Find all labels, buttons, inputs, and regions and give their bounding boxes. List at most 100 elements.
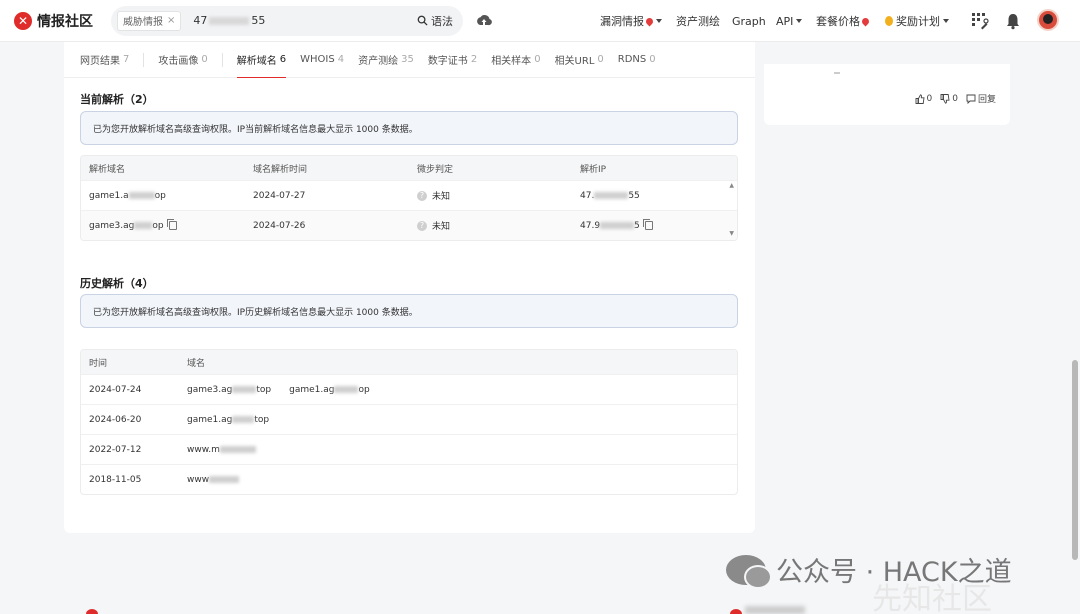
divider <box>834 72 840 74</box>
search-value-suffix: 55 <box>251 14 266 27</box>
current-resolution-table: 解析域名 域名解析时间 微步判定 解析IP game1.a op 2024-07-… <box>80 155 738 241</box>
nav-asset[interactable]: 资产测绘 <box>676 0 720 42</box>
nav-graph[interactable]: Graph <box>732 0 766 42</box>
tab-asset-mapping[interactable]: 资产测绘 35 <box>358 42 414 78</box>
thumbs-up-icon <box>915 93 925 104</box>
tab-web-results[interactable]: 网页结果 7 <box>80 42 129 78</box>
tab-urls[interactable]: 相关URL 0 <box>555 42 604 78</box>
wechat-icon <box>726 554 772 589</box>
tab-rdns[interactable]: RDNS 0 <box>618 42 656 78</box>
verdict-cell: ? 未知 <box>409 219 572 232</box>
domain-cell[interactable]: game3.ag op <box>81 219 245 231</box>
table-header: 时间 域名 <box>81 350 737 374</box>
current-resolution-title: 当前解析（2） <box>80 93 154 106</box>
chevron-down-icon <box>943 19 949 23</box>
watermark: 公众号 · HACK之道 <box>726 550 1012 589</box>
logo-text: 情报社区 <box>37 13 93 30</box>
comment-actions: 0 0 回复 <box>907 92 996 105</box>
footer-stub-icon <box>86 609 98 614</box>
chevron-down-icon <box>656 19 662 23</box>
verdict-cell: ? 未知 <box>409 189 572 202</box>
domain-cell[interactable]: game1.ag top <box>179 415 579 425</box>
date-cell: 2022-07-12 <box>89 444 142 455</box>
date-cell: 2024-07-24 <box>89 384 142 395</box>
date-cell: 2024-07-27 <box>253 190 306 201</box>
column-header: 域名解析时间 <box>253 164 308 175</box>
table-row: game1.a op 2024-07-27 ? 未知 47. 55 <box>81 180 737 210</box>
avatar[interactable] <box>1037 9 1059 31</box>
tab-resolved-domains[interactable]: 解析域名 6 <box>236 42 287 79</box>
column-header: 解析域名 <box>89 164 126 175</box>
domain-cell[interactable]: www.m <box>179 445 579 455</box>
tab-certificates[interactable]: 数字证书 2 <box>428 42 477 78</box>
current-notice: 已为您开放解析域名高级查询权限。IP当前解析域名信息最大显示 1000 条数据。 <box>80 111 738 145</box>
logo[interactable]: ✕ 情报社区 <box>14 11 93 31</box>
nav-rewards[interactable]: 奖励计划 <box>885 0 949 42</box>
search-value-prefix: 47 <box>193 14 208 27</box>
medal-icon <box>885 16 893 26</box>
tab-divider <box>143 52 145 67</box>
hot-icon <box>860 16 871 26</box>
column-header: 时间 <box>89 358 108 369</box>
date-cell: 2024-06-20 <box>89 414 142 425</box>
footer-stub-icon <box>730 609 742 614</box>
date-cell: 2018-11-05 <box>89 474 142 485</box>
search-input[interactable]: 47 55 <box>193 14 417 27</box>
table-row: 2024-07-24 game3.ag top game1.ag op <box>81 374 737 404</box>
search-icon <box>417 15 428 26</box>
logo-icon: ✕ <box>14 11 32 30</box>
history-notice: 已为您开放解析域名高级查询权限。IP历史解析域名信息最大显示 1000 条数据。 <box>80 294 738 328</box>
table-row: 2024-06-20 game1.ag top <box>81 404 737 434</box>
nav-vuln-label: 漏洞情报 <box>600 15 644 28</box>
footer-stub-text <box>745 606 805 614</box>
table-row: game3.ag op 2024-07-26 ? 未知 47.9 5 <box>81 210 737 240</box>
bell-icon[interactable] <box>1004 12 1022 30</box>
tab-divider <box>221 52 223 67</box>
search-type-label: 威胁情报 <box>123 17 163 28</box>
search-bar[interactable]: 威胁情报 × 47 55 语法 <box>111 5 463 36</box>
dislike-button[interactable]: 0 <box>940 94 958 104</box>
like-button[interactable]: 0 <box>915 93 932 104</box>
history-resolution-title: 历史解析（4） <box>80 277 154 290</box>
tab-samples[interactable]: 相关样本 0 <box>491 42 540 78</box>
tools-grid-icon[interactable] <box>971 12 989 30</box>
nav-vuln[interactable]: 漏洞情报 <box>600 0 662 42</box>
tab-attack-profile[interactable]: 攻击画像 0 <box>158 42 207 78</box>
nav-pricing[interactable]: 套餐价格 <box>816 0 871 42</box>
comment-icon <box>966 94 976 104</box>
resolved-domains-panel: 当前解析（2） 已为您开放解析域名高级查询权限。IP当前解析域名信息最大显示 1… <box>64 78 755 533</box>
chevron-down-icon <box>796 19 803 23</box>
column-header: 微步判定 <box>417 164 454 175</box>
search-type-chip[interactable]: 威胁情报 × <box>117 10 182 31</box>
scroll-up-icon[interactable]: ▲ <box>729 182 734 189</box>
table-row: 2018-11-05 www <box>81 464 737 494</box>
domain-cell[interactable]: game1.a op <box>81 191 245 201</box>
redacted-mask <box>209 17 250 25</box>
column-header: 解析IP <box>580 164 607 175</box>
ip-cell[interactable]: 47. 55 <box>572 191 732 201</box>
page-scrollbar[interactable] <box>1072 360 1078 560</box>
scroll-down-icon[interactable]: ▼ <box>729 230 734 237</box>
question-icon: ? <box>417 220 427 231</box>
domain-cell[interactable]: game3.ag top game1.ag op <box>179 385 579 395</box>
upload-icon[interactable] <box>475 12 493 30</box>
copy-icon[interactable] <box>642 219 653 230</box>
syntax-button[interactable]: 语法 <box>417 13 453 29</box>
hot-icon <box>644 16 655 26</box>
result-tabs: 网页结果 7 攻击画像 0 解析域名 6 WHOIS 4 资产测绘 35 数字证书 2 相关… <box>64 42 755 79</box>
date-cell: 2024-07-26 <box>253 220 306 231</box>
tab-whois[interactable]: WHOIS 4 <box>300 42 344 78</box>
reply-button[interactable]: 回复 <box>966 92 996 105</box>
nav-api[interactable]: API <box>776 0 803 42</box>
question-icon: ? <box>417 190 427 201</box>
copy-icon[interactable] <box>166 219 177 230</box>
table-row: 2022-07-12 www.m <box>81 434 737 464</box>
history-resolution-table: 时间 域名 2024-07-24 game3.ag top game1.ag op … <box>80 349 738 495</box>
syntax-label: 语法 <box>431 14 453 28</box>
thumbs-down-icon <box>940 93 950 104</box>
table-header: 解析域名 域名解析时间 微步判定 解析IP <box>81 156 737 180</box>
comment-card: 0 0 回复 <box>764 64 1010 125</box>
domain-cell[interactable]: www <box>179 475 579 485</box>
ip-cell[interactable]: 47.9 5 <box>572 219 732 231</box>
chip-close-icon[interactable]: × <box>167 15 175 26</box>
